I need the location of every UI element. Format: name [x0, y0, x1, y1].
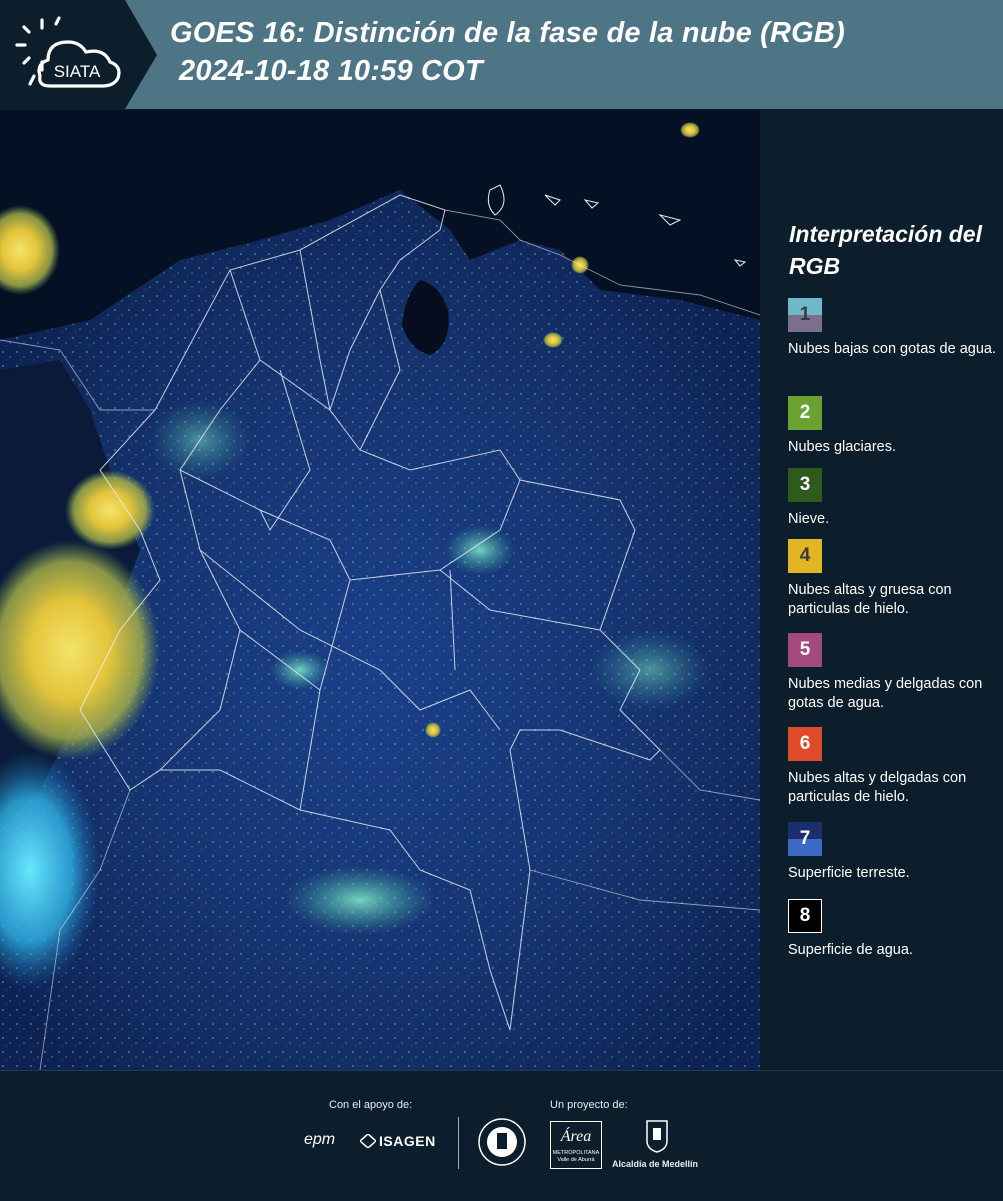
legend-swatch: 8 — [788, 899, 822, 933]
epm-logo: epm — [304, 1131, 336, 1148]
project-label: Un proyecto de: — [550, 1099, 628, 1111]
legend-item: 7 Superficie terreste. — [788, 822, 998, 883]
isagen-text: ISAGEN — [379, 1133, 436, 1149]
medellin-shield-icon — [646, 1120, 668, 1153]
legend-number: 8 — [799, 905, 811, 926]
legend-number: 2 — [799, 402, 811, 423]
legend-item: 8 Superficie de agua. — [788, 899, 998, 960]
legend-item: 1 Nubes bajas con gotas de agua. — [788, 298, 998, 359]
legend-label: Nubes glaciares. — [788, 439, 896, 455]
legend-item: 5 Nubes medias y delgadas con gotas de ag… — [788, 633, 998, 713]
support-label: Con el apoyo de: — [329, 1099, 413, 1111]
siata-logo: SIATA — [15, 16, 121, 88]
alcaldia-text: Alcaldía de Medellín — [612, 1159, 699, 1169]
header-bar: SIATA GOES 16: Distinción de la fase de … — [0, 0, 1003, 109]
legend-title: Interpretación del RGB — [789, 221, 982, 279]
legend-label: Nieve. — [788, 511, 830, 527]
legend-number: 3 — [799, 474, 811, 495]
legend-label: Nubes altas y gruesa con particulas de h… — [788, 582, 952, 617]
legend-panel: Interpretación del RGB 1 Nubes bajas con … — [760, 110, 1003, 1070]
logo-text: SIATA — [54, 62, 101, 81]
legend-swatch: 3 — [788, 468, 822, 502]
isagen-mark-icon — [360, 1134, 376, 1148]
legend-label: Nubes medias y delgadas con gotas de agu… — [788, 676, 983, 711]
area-mark: Área — [560, 1128, 592, 1145]
legend-number: 7 — [799, 828, 811, 849]
satellite-map — [0, 110, 760, 1070]
legend-swatch: 4 — [788, 539, 822, 573]
legend-item: 4 Nubes altas y gruesa con particulas de … — [788, 539, 998, 619]
area-metropolitana-text: METROPOLITANA Valle de Aburrá — [552, 1150, 600, 1163]
legend-swatch: 2 — [788, 396, 822, 430]
legend-swatch: 5 — [788, 633, 822, 667]
legend-swatch: 6 — [788, 727, 822, 761]
legend-label: Nubes bajas con gotas de agua. — [788, 341, 996, 357]
legend-swatch: 1 — [788, 298, 822, 332]
legend-number: 1 — [799, 304, 811, 325]
isagen-logo: ISAGEN — [360, 1133, 436, 1149]
legend-item: 2 Nubes glaciares. — [788, 396, 998, 457]
legend-number: 4 — [799, 545, 811, 566]
legend-item: 6 Nubes altas y delgadas con particulas d… — [788, 727, 998, 807]
footer-divider — [458, 1117, 459, 1169]
legend-label: Nubes altas y delgadas con particulas de… — [788, 770, 967, 805]
area-metropolitana-logo: Área METROPOLITANA Valle de Aburrá — [550, 1121, 602, 1169]
timestamp: 2024-10-18 10:59 COT — [179, 55, 483, 87]
rgb-composite-image — [0, 110, 760, 1070]
legend-number: 5 — [799, 639, 811, 660]
legend-label: Superficie de agua. — [788, 942, 913, 958]
legend-swatch: 7 — [788, 822, 822, 856]
page-title: GOES 16: Distinción de la fase de la nub… — [170, 17, 845, 49]
university-seal-icon — [478, 1118, 526, 1166]
legend-label: Superficie terreste. — [788, 865, 910, 881]
legend-item: 3 Nieve. — [788, 468, 998, 529]
legend-number: 6 — [799, 733, 811, 754]
footer: Con el apoyo de: Un proyecto de: epm ISA… — [0, 1070, 1003, 1201]
